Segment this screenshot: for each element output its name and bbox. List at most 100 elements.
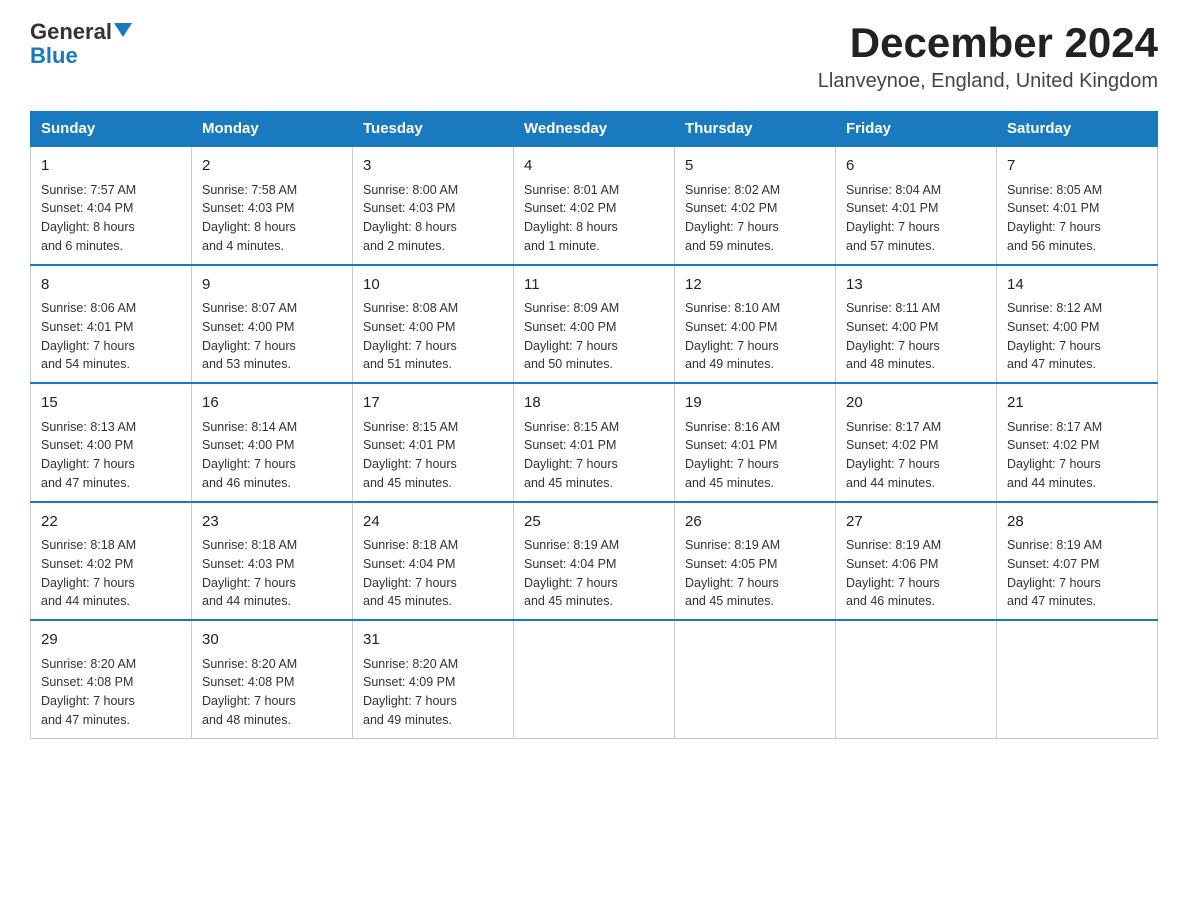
day-number: 6 [846, 155, 986, 178]
day-info: Sunrise: 8:18 AMSunset: 4:04 PMDaylight:… [363, 536, 503, 611]
day-info: Sunrise: 8:20 AMSunset: 4:09 PMDaylight:… [363, 655, 503, 730]
day-number: 19 [685, 392, 825, 415]
calendar-week-row: 22Sunrise: 8:18 AMSunset: 4:02 PMDayligh… [31, 502, 1158, 621]
day-info: Sunrise: 8:19 AMSunset: 4:07 PMDaylight:… [1007, 536, 1147, 611]
column-header-saturday: Saturday [997, 112, 1158, 147]
logo: General Blue [30, 20, 132, 68]
calendar-cell [675, 620, 836, 738]
calendar-cell: 26Sunrise: 8:19 AMSunset: 4:05 PMDayligh… [675, 502, 836, 621]
calendar-cell: 3 Sunrise: 8:00 AMSunset: 4:03 PMDaylight… [353, 146, 514, 265]
column-header-sunday: Sunday [31, 112, 192, 147]
calendar-cell: 25Sunrise: 8:19 AMSunset: 4:04 PMDayligh… [514, 502, 675, 621]
day-info: Sunrise: 8:19 AMSunset: 4:05 PMDaylight:… [685, 536, 825, 611]
calendar-cell: 17Sunrise: 8:15 AMSunset: 4:01 PMDayligh… [353, 383, 514, 502]
day-info: Sunrise: 7:58 AMSunset: 4:03 PMDaylight:… [202, 181, 342, 256]
day-info: Sunrise: 8:01 AMSunset: 4:02 PMDaylight:… [524, 181, 664, 256]
day-number: 4 [524, 155, 664, 178]
day-info: Sunrise: 8:12 AMSunset: 4:00 PMDaylight:… [1007, 299, 1147, 374]
calendar-cell: 14Sunrise: 8:12 AMSunset: 4:00 PMDayligh… [997, 265, 1158, 384]
day-number: 13 [846, 274, 986, 297]
day-number: 31 [363, 629, 503, 652]
day-number: 3 [363, 155, 503, 178]
day-info: Sunrise: 8:08 AMSunset: 4:00 PMDaylight:… [363, 299, 503, 374]
calendar-cell: 13Sunrise: 8:11 AMSunset: 4:00 PMDayligh… [836, 265, 997, 384]
logo-blue-text: Blue [30, 43, 78, 68]
day-number: 29 [41, 629, 181, 652]
day-info: Sunrise: 8:19 AMSunset: 4:06 PMDaylight:… [846, 536, 986, 611]
day-number: 21 [1007, 392, 1147, 415]
day-info: Sunrise: 8:18 AMSunset: 4:03 PMDaylight:… [202, 536, 342, 611]
calendar-week-row: 15Sunrise: 8:13 AMSunset: 4:00 PMDayligh… [31, 383, 1158, 502]
day-info: Sunrise: 8:17 AMSunset: 4:02 PMDaylight:… [1007, 418, 1147, 493]
day-info: Sunrise: 8:02 AMSunset: 4:02 PMDaylight:… [685, 181, 825, 256]
day-info: Sunrise: 8:15 AMSunset: 4:01 PMDaylight:… [524, 418, 664, 493]
day-number: 10 [363, 274, 503, 297]
day-info: Sunrise: 8:04 AMSunset: 4:01 PMDaylight:… [846, 181, 986, 256]
calendar-cell: 23Sunrise: 8:18 AMSunset: 4:03 PMDayligh… [192, 502, 353, 621]
title-block: December 2024 Llanveynoe, England, Unite… [818, 20, 1158, 93]
calendar-cell: 20 Sunrise: 8:17 AMSunset: 4:02 PMDayligh… [836, 383, 997, 502]
day-number: 12 [685, 274, 825, 297]
calendar-cell: 9Sunrise: 8:07 AMSunset: 4:00 PMDaylight… [192, 265, 353, 384]
calendar-cell: 15Sunrise: 8:13 AMSunset: 4:00 PMDayligh… [31, 383, 192, 502]
day-number: 7 [1007, 155, 1147, 178]
page-header: General Blue December 2024 Llanveynoe, E… [30, 20, 1158, 93]
day-number: 1 [41, 155, 181, 178]
calendar-cell: 5 Sunrise: 8:02 AMSunset: 4:02 PMDaylight… [675, 146, 836, 265]
day-number: 28 [1007, 511, 1147, 534]
calendar-cell: 8Sunrise: 8:06 AMSunset: 4:01 PMDaylight… [31, 265, 192, 384]
day-info: Sunrise: 8:15 AMSunset: 4:01 PMDaylight:… [363, 418, 503, 493]
calendar-week-row: 1Sunrise: 7:57 AMSunset: 4:04 PMDaylight… [31, 146, 1158, 265]
day-info: Sunrise: 8:18 AMSunset: 4:02 PMDaylight:… [41, 536, 181, 611]
day-number: 22 [41, 511, 181, 534]
calendar-cell: 24Sunrise: 8:18 AMSunset: 4:04 PMDayligh… [353, 502, 514, 621]
calendar-subtitle: Llanveynoe, England, United Kingdom [818, 70, 1158, 93]
calendar-cell: 6 Sunrise: 8:04 AMSunset: 4:01 PMDaylight… [836, 146, 997, 265]
logo-general-text: General [30, 20, 112, 44]
day-info: Sunrise: 8:06 AMSunset: 4:01 PMDaylight:… [41, 299, 181, 374]
column-header-tuesday: Tuesday [353, 112, 514, 147]
calendar-cell: 18 Sunrise: 8:15 AMSunset: 4:01 PMDayligh… [514, 383, 675, 502]
calendar-header-row: SundayMondayTuesdayWednesdayThursdayFrid… [31, 112, 1158, 147]
day-info: Sunrise: 8:20 AMSunset: 4:08 PMDaylight:… [41, 655, 181, 730]
calendar-table: SundayMondayTuesdayWednesdayThursdayFrid… [30, 111, 1158, 739]
calendar-cell [514, 620, 675, 738]
day-number: 25 [524, 511, 664, 534]
day-number: 23 [202, 511, 342, 534]
day-number: 26 [685, 511, 825, 534]
day-info: Sunrise: 8:17 AMSunset: 4:02 PMDaylight:… [846, 418, 986, 493]
calendar-week-row: 29 Sunrise: 8:20 AMSunset: 4:08 PMDayligh… [31, 620, 1158, 738]
column-header-friday: Friday [836, 112, 997, 147]
day-number: 5 [685, 155, 825, 178]
day-info: Sunrise: 8:09 AMSunset: 4:00 PMDaylight:… [524, 299, 664, 374]
day-number: 18 [524, 392, 664, 415]
calendar-cell: 16Sunrise: 8:14 AMSunset: 4:00 PMDayligh… [192, 383, 353, 502]
calendar-cell: 2 Sunrise: 7:58 AMSunset: 4:03 PMDaylight… [192, 146, 353, 265]
calendar-cell: 12Sunrise: 8:10 AMSunset: 4:00 PMDayligh… [675, 265, 836, 384]
day-number: 30 [202, 629, 342, 652]
day-info: Sunrise: 8:19 AMSunset: 4:04 PMDaylight:… [524, 536, 664, 611]
day-info: Sunrise: 8:07 AMSunset: 4:00 PMDaylight:… [202, 299, 342, 374]
day-info: Sunrise: 8:00 AMSunset: 4:03 PMDaylight:… [363, 181, 503, 256]
column-header-wednesday: Wednesday [514, 112, 675, 147]
calendar-cell: 1Sunrise: 7:57 AMSunset: 4:04 PMDaylight… [31, 146, 192, 265]
calendar-cell: 19 Sunrise: 8:16 AMSunset: 4:01 PMDayligh… [675, 383, 836, 502]
column-header-thursday: Thursday [675, 112, 836, 147]
day-number: 2 [202, 155, 342, 178]
day-info: Sunrise: 8:14 AMSunset: 4:00 PMDaylight:… [202, 418, 342, 493]
day-info: Sunrise: 8:16 AMSunset: 4:01 PMDaylight:… [685, 418, 825, 493]
day-number: 11 [524, 274, 664, 297]
calendar-cell [997, 620, 1158, 738]
column-header-monday: Monday [192, 112, 353, 147]
day-number: 27 [846, 511, 986, 534]
calendar-cell: 28Sunrise: 8:19 AMSunset: 4:07 PMDayligh… [997, 502, 1158, 621]
day-number: 14 [1007, 274, 1147, 297]
calendar-cell: 22Sunrise: 8:18 AMSunset: 4:02 PMDayligh… [31, 502, 192, 621]
calendar-cell [836, 620, 997, 738]
day-number: 8 [41, 274, 181, 297]
calendar-cell: 31 Sunrise: 8:20 AMSunset: 4:09 PMDayligh… [353, 620, 514, 738]
calendar-week-row: 8Sunrise: 8:06 AMSunset: 4:01 PMDaylight… [31, 265, 1158, 384]
day-number: 20 [846, 392, 986, 415]
calendar-cell: 7Sunrise: 8:05 AMSunset: 4:01 PMDaylight… [997, 146, 1158, 265]
day-number: 9 [202, 274, 342, 297]
